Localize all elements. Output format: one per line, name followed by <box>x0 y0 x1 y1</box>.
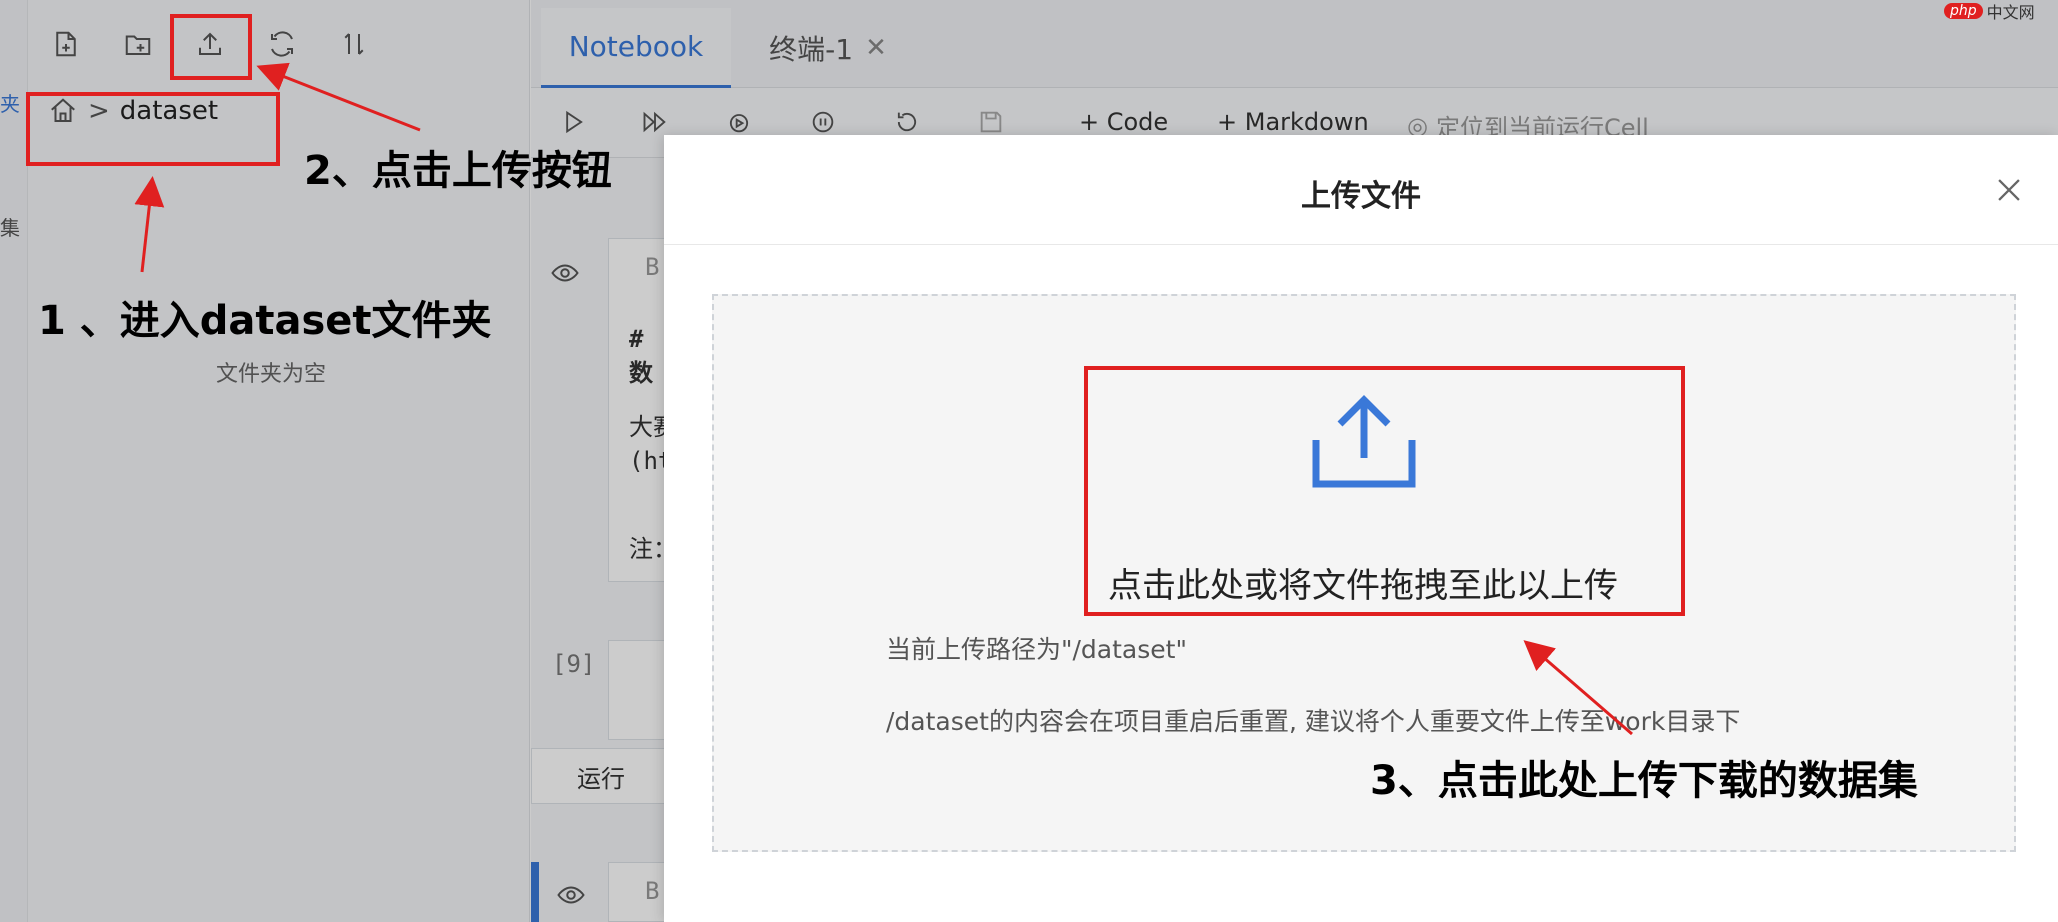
modal-title: 上传文件 <box>1301 179 1421 214</box>
watermark: php 中文网 <box>1944 0 2058 22</box>
modal-backdrop[interactable] <box>664 0 2058 135</box>
annotation-step1: 1 、进入dataset文件夹 <box>38 298 492 344</box>
close-icon[interactable] <box>1992 173 2026 211</box>
annotation-step3: 3、点击此处上传下载的数据集 <box>1370 758 1918 804</box>
php-logo-icon: php <box>1944 3 1983 19</box>
modal-header: 上传文件 <box>664 135 2058 245</box>
annotation-box-breadcrumb <box>26 92 280 166</box>
watermark-text: 中文网 <box>1986 3 2035 22</box>
upload-path-text: 当前上传路径为"/dataset" <box>886 635 1187 664</box>
annotation-box-upload-button <box>170 14 252 80</box>
annotation-box-dropzone <box>1084 366 1685 616</box>
upload-warning-text: /dataset的内容会在项目重启后重置, 建议将个人重要文件上传至work目录… <box>886 707 1741 736</box>
annotation-step2: 2、点击上传按钮 <box>304 148 612 194</box>
